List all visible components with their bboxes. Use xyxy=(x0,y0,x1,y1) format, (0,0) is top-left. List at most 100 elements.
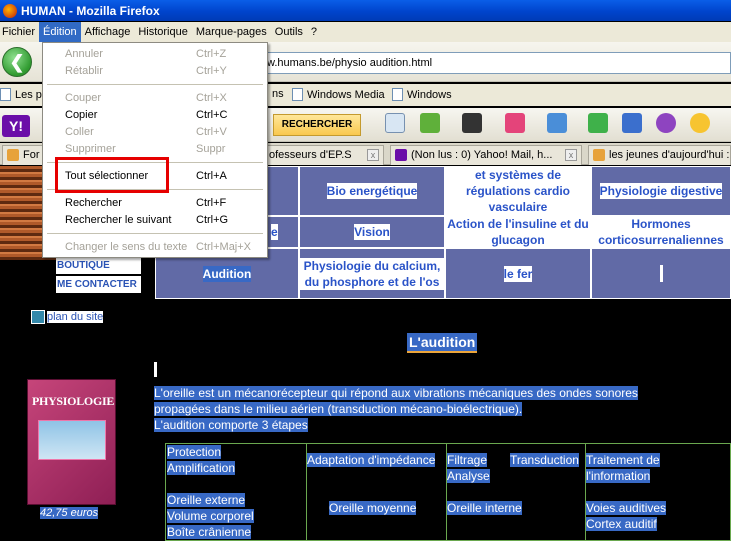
menu-historique[interactable]: Historique xyxy=(134,22,192,42)
nav-cell-digestive[interactable]: Physiologie digestive xyxy=(591,166,731,216)
nav-cell-calcium[interactable]: Physiologie du calcium, du phosphore et … xyxy=(299,248,445,299)
nav-cell-label: Physiologie digestive xyxy=(599,183,723,199)
menu-item-annuler[interactable]: Annuler Ctrl+Z xyxy=(65,46,265,62)
page-heading: L'audition xyxy=(407,333,478,353)
table-cell-text: Cortex auditif xyxy=(586,517,657,531)
intro-line: propagées dans le milieu aérien (transdu… xyxy=(154,402,523,416)
bookmark-label: ns xyxy=(272,88,284,100)
table-cell-text: Oreille externe xyxy=(167,493,246,507)
menu-outils[interactable]: Outils xyxy=(271,22,307,42)
table-cell-text: Transduction xyxy=(510,453,579,467)
menu-fichier[interactable]: Fichier xyxy=(0,22,39,42)
menubar: Fichier Édition Affichage Historique Mar… xyxy=(0,22,731,42)
book-price: 42,75 euros xyxy=(40,507,99,519)
book-cover-image[interactable]: PHYSIOLOGIE xyxy=(27,379,116,505)
window-title: HUMAN - Mozilla Firefox xyxy=(21,3,160,18)
table-cell-text: Oreille interne xyxy=(447,501,522,515)
bookmark-icon xyxy=(0,88,11,101)
menu-item-changer-sens[interactable]: Changer le sens du texte Ctrl+Maj+X xyxy=(65,239,265,255)
firefox-icon xyxy=(3,3,17,18)
photos-icon[interactable] xyxy=(420,113,440,133)
table-cell-text: Protection xyxy=(167,445,222,459)
nav-cell-label: e xyxy=(271,224,278,240)
nav-cell-label: et systèmes de régulations cardio vascul… xyxy=(446,167,590,215)
nav-cell-label: Bio energétique xyxy=(326,183,418,199)
bookmark-windows-media[interactable]: Windows Media xyxy=(292,88,385,101)
close-icon[interactable]: x xyxy=(565,149,577,161)
bookmark-label: Windows xyxy=(407,88,452,101)
page-favicon-icon xyxy=(593,149,605,161)
nav-cell-cardio[interactable]: et systèmes de régulations cardio vascul… xyxy=(445,166,591,216)
menu-item-coller[interactable]: Coller Ctrl+V xyxy=(65,124,265,140)
text-caret xyxy=(154,362,157,377)
nav-cell-insuline[interactable]: Action de l'insuline et du glucagon xyxy=(445,216,591,248)
menu-item-copier[interactable]: Copier Ctrl+C xyxy=(65,107,265,123)
table-cell-text: Volume corporel xyxy=(167,509,254,523)
plus-icon[interactable] xyxy=(588,113,608,133)
page-icon xyxy=(392,88,403,101)
mail-icon[interactable] xyxy=(547,113,567,133)
video-icon[interactable] xyxy=(462,113,482,133)
page-favicon-icon xyxy=(7,149,19,161)
nav-cell-hormones[interactable]: Hormones corticosurrenaliennes xyxy=(591,216,731,248)
tab-label: (Non lus : 0) Yahoo! Mail, h... xyxy=(411,149,553,161)
menu-item-couper[interactable]: Couper Ctrl+X xyxy=(65,90,265,106)
table-cell-text: Adaptation d'impédance xyxy=(307,453,436,467)
menu-marque-pages[interactable]: Marque-pages xyxy=(192,22,271,42)
menu-item-supprimer[interactable]: Supprimer Suppr xyxy=(65,141,265,157)
menu-help[interactable]: ? xyxy=(307,22,321,42)
table-cell-text: Amplification xyxy=(167,461,236,475)
bookmarks-icon[interactable] xyxy=(622,113,642,133)
nav-cell-fer[interactable]: le fer xyxy=(445,248,591,299)
tab-les-jeunes[interactable]: les jeunes d'aujourd'hui : xyxy=(588,145,731,165)
site-map-icon xyxy=(31,310,45,324)
nav-cell-label: Action de l'insuline et du glucagon xyxy=(446,216,590,248)
elle-icon[interactable] xyxy=(505,113,525,133)
boutique-link[interactable]: BOUTIQUE xyxy=(56,257,141,274)
menu-affichage[interactable]: Affichage xyxy=(81,22,135,42)
tab-label: les jeunes d'aujourd'hui : xyxy=(609,149,730,161)
tab-label: For xyxy=(23,149,40,161)
ilion-icon[interactable] xyxy=(656,113,676,133)
menu-separator xyxy=(47,233,263,234)
tab-professeurs[interactable]: ofesseurs d'EP.S x xyxy=(262,145,384,165)
menu-item-rechercher-suivant[interactable]: Rechercher le suivant Ctrl+G xyxy=(65,212,265,228)
bookmark-label: Windows Media xyxy=(307,88,385,101)
intro-line: L'audition comporte 3 étapes xyxy=(154,418,308,432)
edit-menu-dropdown: Annuler Ctrl+Z Rétablir Ctrl+Y Couper Ctrl+… xyxy=(42,42,268,258)
nav-cell-empty[interactable] xyxy=(591,248,731,299)
text-caret xyxy=(659,265,663,282)
address-bar[interactable]: w.humans.be/physio audition.html xyxy=(262,52,731,74)
yahoo-search-button[interactable]: RECHERCHER xyxy=(273,114,361,136)
bookmark-label: Les p xyxy=(15,88,42,101)
menu-edition[interactable]: Édition xyxy=(39,22,81,42)
back-button[interactable]: ❮ xyxy=(2,47,32,77)
table-cell-text: Voies auditives xyxy=(586,501,667,515)
book-illustration xyxy=(38,420,106,460)
pencil-icon[interactable] xyxy=(385,113,405,133)
table-cell-text: Analyse xyxy=(447,469,490,483)
smiley-icon[interactable] xyxy=(690,113,710,133)
site-map-label: plan du site xyxy=(47,311,104,323)
menu-separator xyxy=(47,84,263,85)
intro-line: L'oreille est un mécanorécepteur qui rép… xyxy=(154,386,638,400)
table-cell-text: l'information xyxy=(586,469,651,483)
table-cell-text: Traitement de xyxy=(586,453,660,467)
red-highlight-box xyxy=(55,157,169,193)
nav-cell-vision[interactable]: Vision xyxy=(299,216,445,248)
yahoo-logo[interactable]: Y! xyxy=(2,115,30,137)
nav-cell-bio-energetique[interactable]: Bio energétique xyxy=(299,166,445,216)
bookmark-windows[interactable]: Windows xyxy=(392,88,452,101)
site-map-link[interactable]: plan du site xyxy=(31,310,104,324)
close-icon[interactable]: x xyxy=(367,149,379,161)
contact-link[interactable]: ME CONTACTER xyxy=(56,276,141,293)
bookmark-les-p[interactable]: Les p xyxy=(0,88,42,101)
page-icon xyxy=(292,88,303,101)
menu-item-rechercher[interactable]: Rechercher Ctrl+F xyxy=(65,195,265,211)
bookmark-ns[interactable]: ns xyxy=(272,88,284,100)
tab-for[interactable]: For xyxy=(2,145,44,165)
nav-cell-label: le fer xyxy=(503,265,533,282)
menu-item-retablir[interactable]: Rétablir Ctrl+Y xyxy=(65,63,265,79)
nav-cell-label: Audition xyxy=(202,265,252,282)
tab-yahoo-mail[interactable]: (Non lus : 0) Yahoo! Mail, h... x xyxy=(390,145,582,165)
